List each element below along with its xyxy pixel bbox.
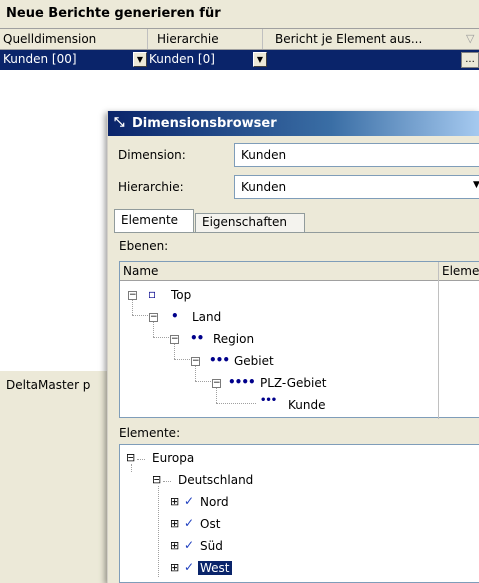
hierarchy-value: Kunden [241, 180, 287, 194]
collapse-icon[interactable]: − [191, 357, 200, 366]
deltamaster-label: DeltaMaster p [6, 378, 91, 392]
level-label: Top [171, 288, 192, 302]
level-2-icon: • [171, 309, 179, 323]
level-label: PLZ-Gebiet [260, 376, 327, 390]
level-label: Kunde [288, 398, 326, 412]
page-title: Neue Berichte generieren für [6, 6, 221, 21]
left-panel [0, 398, 100, 583]
expand-icon[interactable]: ⊞ [170, 517, 179, 530]
tab-elemente-label: Elemente [121, 213, 179, 227]
tab-elemente[interactable]: Elemente [114, 209, 194, 233]
collapse-icon[interactable]: − [170, 335, 179, 344]
dialog-title-bar[interactable]: ⤡ Dimensionsbrowser [108, 111, 479, 136]
level-label: Region [213, 332, 255, 346]
levels-column-elemente[interactable]: Eleme [442, 264, 479, 278]
hierarchy-label: Hierarchie: [118, 180, 184, 194]
level-5-icon: •••• [228, 375, 256, 389]
levels-label: Ebenen: [119, 239, 169, 253]
levels-column-name[interactable]: Name [123, 264, 158, 278]
expand-icon[interactable]: ⊞ [170, 495, 179, 508]
expand-icon[interactable]: ⊞ [170, 561, 179, 574]
level-label: Land [192, 310, 222, 324]
dimension-value: Kunden [241, 148, 287, 162]
element-label-selected: West [198, 561, 232, 575]
column-header-bericht[interactable]: Bericht je Element aus... [275, 32, 422, 46]
cell-hierarchie: Kunden [0] [149, 52, 215, 66]
dimension-browser-icon: ⤡ [114, 115, 125, 130]
tab-eigenschaften[interactable]: Eigenschaften [195, 213, 305, 233]
element-label: Deutschland [178, 473, 254, 487]
level-6-icon: ••• [260, 395, 277, 406]
ellipsis-button[interactable]: ... [461, 52, 479, 68]
element-label: Nord [200, 495, 229, 509]
cell-quelldimension: Kunden [00] [3, 52, 77, 66]
chevron-down-icon[interactable]: ▼ [473, 180, 479, 190]
dimension-field[interactable]: Kunden [234, 143, 479, 167]
grid-header: Quelldimension Hierarchie Bericht je Ele… [0, 29, 479, 50]
collapse-icon[interactable]: − [212, 379, 221, 388]
level-label: Gebiet [234, 354, 274, 368]
checkmark-icon[interactable]: ✓ [184, 494, 194, 508]
hierarchy-select[interactable]: Kunden ▼ [234, 175, 479, 199]
dimension-browser-dialog: ⤡ Dimensionsbrowser Dimension: Kunden Hi… [107, 111, 479, 583]
levels-tree: Name Eleme − ▫ Top − • Land − •• Region [119, 261, 479, 419]
tab-eigenschaften-label: Eigenschaften [202, 215, 288, 229]
checkmark-icon[interactable]: ✓ [184, 560, 194, 574]
elements-label: Elemente: [119, 426, 181, 440]
collapse-icon[interactable]: − [128, 291, 137, 300]
level-4-icon: ••• [209, 353, 230, 367]
dialog-title: Dimensionsbrowser [132, 116, 277, 131]
column-header-hierarchie[interactable]: Hierarchie [157, 32, 219, 46]
expand-icon[interactable]: ⊞ [170, 539, 179, 552]
element-label: Europa [152, 451, 195, 465]
level-1-icon: ▫ [148, 287, 156, 301]
element-label: Süd [200, 539, 223, 553]
level-3-icon: •• [190, 331, 204, 345]
checkmark-icon[interactable]: ✓ [184, 516, 194, 530]
levels-header: Name Eleme [120, 262, 479, 281]
hierarchie-dropdown-button[interactable]: ▼ [253, 52, 267, 67]
collapse-icon[interactable]: − [149, 313, 158, 322]
column-header-quelldimension[interactable]: Quelldimension [3, 32, 96, 46]
collapse-icon[interactable]: ⊟ [152, 473, 161, 486]
dimension-label: Dimension: [118, 148, 186, 162]
filter-icon[interactable]: ▽ [466, 32, 474, 45]
quelldimension-dropdown-button[interactable]: ▼ [133, 52, 147, 67]
element-label: Ost [200, 517, 221, 531]
elements-tree: ⊟ Europa ⊟ Deutschland ⊞ ✓ Nord ⊞ ✓ Ost … [119, 444, 479, 583]
checkmark-icon[interactable]: ✓ [184, 538, 194, 552]
collapse-icon[interactable]: ⊟ [126, 451, 135, 464]
table-row[interactable]: Kunden [00] ▼ Kunden [0] ▼ ... [0, 50, 479, 70]
